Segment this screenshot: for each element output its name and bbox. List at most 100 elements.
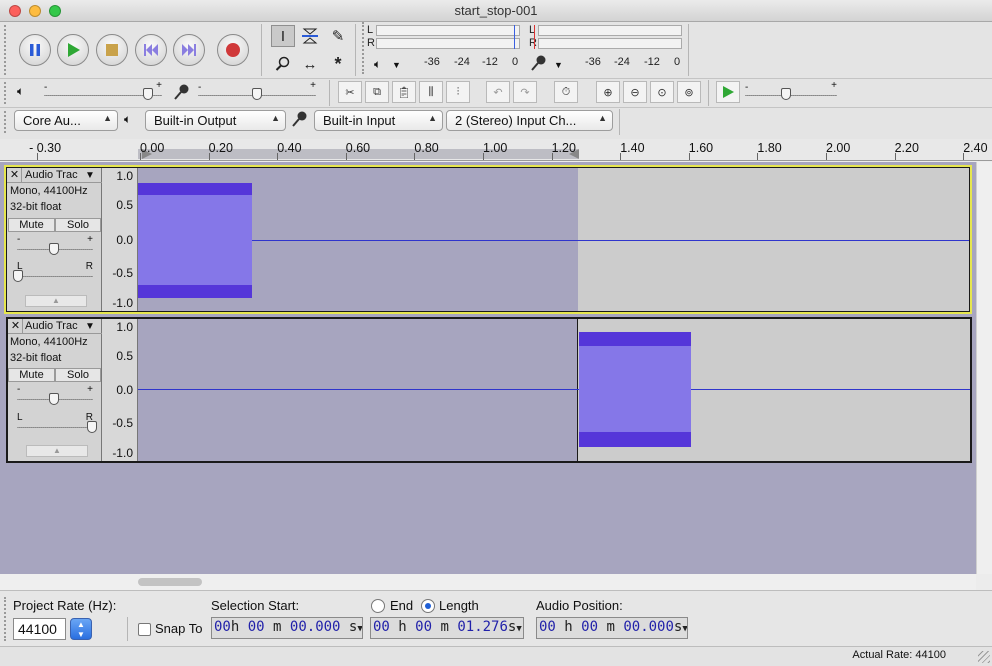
format-menu-arrow-icon[interactable]: ▼ <box>682 624 687 634</box>
pan-thumb[interactable] <box>13 270 23 282</box>
track-menu-arrow-icon[interactable]: ▼ <box>85 321 95 332</box>
close-track-button[interactable]: ✕ <box>9 319 23 333</box>
end-radio[interactable] <box>371 599 385 613</box>
redo-button[interactable]: ↷ <box>513 81 537 103</box>
updown-arrows-icon: ▲ <box>428 113 437 123</box>
separator <box>688 24 689 76</box>
meter-grip[interactable] <box>362 22 364 74</box>
gain-thumb[interactable] <box>49 243 59 255</box>
audio-host-dropdown[interactable]: Core Au... ▲ <box>14 110 118 131</box>
copy-button[interactable]: ⧉ <box>365 81 389 103</box>
trim-icon: ⫼ <box>428 85 434 98</box>
cut-button[interactable]: ✂ <box>338 81 362 103</box>
envelope-tool-button[interactable] <box>298 25 322 47</box>
pause-button[interactable] <box>19 34 51 66</box>
record-volume-slider[interactable]: - + <box>198 80 316 100</box>
ruler-tick-mark <box>688 153 690 160</box>
playback-volume-slider[interactable]: - + <box>44 80 162 100</box>
device-grip[interactable] <box>4 111 7 133</box>
selected-region[interactable] <box>138 319 578 461</box>
collapse-track-button[interactable]: ▲ <box>25 295 87 307</box>
slider-minus: - <box>745 82 749 93</box>
close-track-button[interactable]: ✕ <box>8 168 22 182</box>
selection-toolbar-grip[interactable] <box>4 597 7 641</box>
gain-slider[interactable]: - + <box>17 234 93 255</box>
speaker-icon[interactable]: 🔈︎ <box>374 57 381 72</box>
pan-slider[interactable]: L R <box>17 412 97 433</box>
ruler-tick-label: 0.40 <box>277 141 302 155</box>
trim-audio-button[interactable]: ⫼ <box>419 81 443 103</box>
play-button[interactable] <box>57 34 89 66</box>
audio-track-1[interactable]: ✕ Audio Trac ▼ Mono, 44100Hz 32-bit floa… <box>6 167 970 312</box>
track-header: ✕ Audio Trac ▼ <box>8 319 102 334</box>
project-rate-stepper[interactable]: ▲ ▼ <box>70 618 92 640</box>
horizontal-scroll-thumb[interactable] <box>138 578 202 586</box>
collapse-up-icon: ▲ <box>53 446 61 455</box>
gain-slider[interactable]: - + <box>17 384 93 405</box>
timeline-ruler[interactable]: - 0.30 0.00 0.20 0.40 0.60 0.80 1.00 1.20 1.40 1.… <box>0 139 992 161</box>
length-radio[interactable] <box>421 599 435 613</box>
fit-selection-button[interactable]: ⊙ <box>650 81 674 103</box>
vertical-amplitude-ruler[interactable]: 1.0 0.5 0.0 -0.5 -1.0 <box>102 168 138 311</box>
output-device-dropdown[interactable]: Built-in Output ▲ <box>145 110 286 131</box>
format-menu-arrow-icon[interactable]: ▼ <box>516 624 521 634</box>
play-at-speed-thumb[interactable] <box>781 88 792 100</box>
silence-audio-button[interactable]: ⫶ <box>446 81 470 103</box>
playback-volume-thumb[interactable] <box>142 88 153 100</box>
vertical-amplitude-ruler[interactable]: 1.0 0.5 0.0 -0.5 -1.0 <box>102 319 138 461</box>
paste-button[interactable]: 📋︎ <box>392 81 416 103</box>
waveform-clip-2[interactable] <box>579 332 691 447</box>
mixer-grip[interactable] <box>4 82 7 104</box>
solo-button[interactable]: Solo <box>55 368 101 382</box>
skip-to-start-button[interactable] <box>135 34 167 66</box>
record-volume-thumb[interactable] <box>252 88 262 100</box>
seconds: 01.276 <box>457 619 508 635</box>
input-channels-dropdown[interactable]: 2 (Stereo) Input Ch... ▲ <box>446 110 613 131</box>
playback-meter-menu-arrow-icon[interactable]: ▼ <box>392 60 401 70</box>
input-device-dropdown[interactable]: Built-in Input ▲ <box>314 110 443 131</box>
zoom-tool-button[interactable] <box>271 53 295 75</box>
waveform-clip-1[interactable] <box>138 183 252 298</box>
playback-meter-scale-12: -12 <box>482 56 498 68</box>
zoom-out-button[interactable]: ⊖ <box>623 81 647 103</box>
sync-lock-button[interactable]: ⏱︎ <box>554 81 578 103</box>
mute-button[interactable]: Mute <box>8 368 55 382</box>
pan-slider[interactable]: L R <box>13 261 93 282</box>
play-at-speed-slider[interactable]: - + <box>745 80 837 100</box>
record-button[interactable] <box>217 34 249 66</box>
asterisk-icon: * <box>334 53 342 74</box>
solo-button[interactable]: Solo <box>55 218 101 232</box>
zoom-in-button[interactable]: ⊕ <box>596 81 620 103</box>
multi-tool-button[interactable]: * <box>326 53 350 75</box>
audio-position-field[interactable]: 00 h 00 m 00.000s▼ <box>536 617 688 639</box>
fit-project-button[interactable]: ⊚ <box>677 81 701 103</box>
microphone-icon[interactable] <box>530 54 548 75</box>
pan-thumb[interactable] <box>87 421 97 433</box>
vertical-scrollbar[interactable] <box>976 162 992 574</box>
toolbar-grip[interactable] <box>4 25 7 75</box>
length-field[interactable]: 00 h 00 m 01.276s▼ <box>370 617 524 639</box>
undo-button[interactable]: ↶ <box>486 81 510 103</box>
record-meter-menu-arrow-icon[interactable]: ▼ <box>554 60 563 70</box>
snap-to-checkbox[interactable] <box>138 623 151 636</box>
play-at-speed-button[interactable] <box>716 81 740 103</box>
time-shift-tool-button[interactable]: ↔ <box>298 53 322 75</box>
ruler-tick-mark <box>963 153 965 160</box>
ruler-tick-mark <box>37 153 39 160</box>
track-menu-arrow-icon[interactable]: ▼ <box>85 170 95 181</box>
audio-track-2[interactable]: ✕ Audio Trac ▼ Mono, 44100Hz 32-bit floa… <box>6 317 972 463</box>
gain-thumb[interactable] <box>49 393 59 405</box>
format-menu-arrow-icon[interactable]: ▼ <box>357 624 362 634</box>
magnifier-icon <box>275 56 290 71</box>
draw-tool-button[interactable]: ✎ <box>326 25 350 47</box>
stop-button[interactable] <box>96 34 128 66</box>
updown-arrows-icon: ▲ <box>103 113 112 123</box>
zoom-in-icon: ⊕ <box>603 86 613 99</box>
selection-start-field[interactable]: 00h 00 m 00.000 s▼ <box>211 617 363 639</box>
selection-tool-button[interactable]: I <box>271 25 295 47</box>
project-rate-input[interactable]: 44100 <box>13 618 66 640</box>
resize-grip-icon[interactable] <box>978 651 990 663</box>
skip-to-end-button[interactable] <box>173 34 205 66</box>
collapse-track-button[interactable]: ▲ <box>26 445 88 457</box>
mute-button[interactable]: Mute <box>8 218 55 232</box>
